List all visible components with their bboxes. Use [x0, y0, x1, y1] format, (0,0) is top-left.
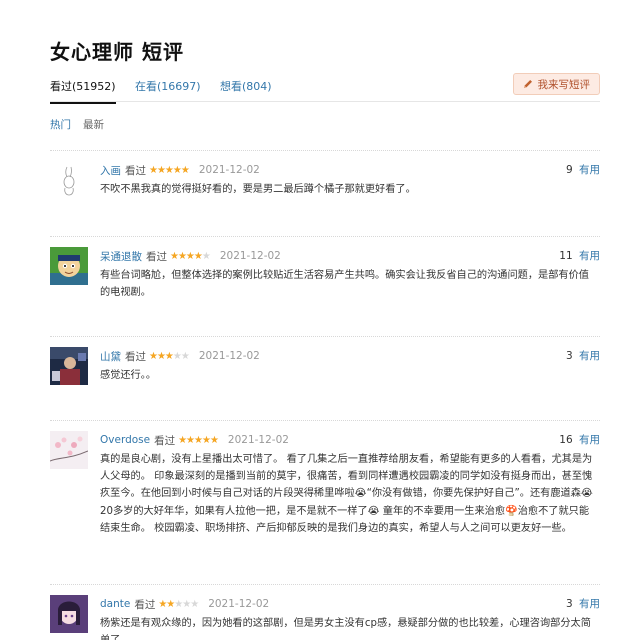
comment-date: 2021-12-02 [198, 164, 260, 176]
comment-status: 看过 [134, 598, 156, 611]
comment-item: Overdose 看过 ★★★★★ 2021-12-02 16 有用 真的是良心… [50, 420, 600, 584]
write-comment-button[interactable]: 我来写短评 [512, 73, 600, 95]
comment-user[interactable]: dante [100, 598, 130, 610]
filter-hot[interactable]: 热门 [50, 117, 71, 132]
write-comment-label: 我来写短评 [537, 78, 591, 91]
useful-button[interactable]: 有用 [579, 434, 600, 446]
comment-status: 看过 [125, 164, 146, 177]
useful-button[interactable]: 有用 [579, 164, 600, 176]
comment-item: 入画 看过 ★★★★★ 2021-12-02 9 有用 不吹不黑我真的觉得挺好看… [50, 150, 600, 236]
comment-meta: Overdose 看过 ★★★★★ 2021-12-02 [100, 432, 289, 448]
vote-area: 3 有用 [566, 348, 600, 363]
vote-area: 3 有用 [566, 596, 600, 611]
avatar[interactable] [50, 347, 88, 385]
tab-watching[interactable]: 在看(16697) [135, 78, 201, 94]
comment-user[interactable]: 入画 [100, 163, 121, 178]
vote-count: 9 [565, 164, 573, 176]
comment-text: 感觉还行。。 [100, 370, 157, 381]
comment-user[interactable]: 山黛 [100, 349, 121, 364]
comment-meta: 呆通退散 看过 ★★★★★ 2021-12-02 [100, 248, 281, 264]
comment-date: 2021-12-02 [219, 250, 281, 262]
comment-item: dante 看过 ★★★★★ 2021-12-02 3 有用 杨紫还是有观众缘的… [50, 584, 600, 640]
tab-want-to-watch[interactable]: 想看(804) [220, 78, 272, 94]
rating-stars: ★★★★★ [149, 164, 190, 176]
filter-latest[interactable]: 最新 [83, 117, 104, 132]
tab-watched[interactable]: 看过(51952) [50, 78, 116, 104]
comment-item: 山黛 看过 ★★★★★ 2021-12-02 3 有用 感觉还行。。 [50, 336, 600, 420]
avatar[interactable] [50, 431, 88, 469]
avatar-blossom-icon [50, 431, 88, 469]
comment-status: 看过 [125, 350, 146, 363]
avatar-photo-icon [50, 347, 88, 385]
comment-text: 真的是良心剧，没有上星播出太可惜了。 看了几集之后一直推荐给朋友看，希望能有更多… [100, 454, 593, 534]
comment-status: 看过 [154, 434, 176, 447]
comment-user[interactable]: Overdose [100, 434, 150, 446]
avatar-cartoon-icon [50, 247, 88, 285]
sort-filters: 热门 最新 [50, 117, 104, 132]
comment-meta: dante 看过 ★★★★★ 2021-12-02 [100, 596, 269, 612]
comment-meta: 入画 看过 ★★★★★ 2021-12-02 [100, 162, 260, 178]
comment-text: 杨紫还是有观众缘的，因为她看的这部剧，但是男女主没有cp感，悬疑部分做的也比较差… [100, 618, 591, 640]
comment-user[interactable]: 呆通退散 [100, 249, 142, 264]
vote-area: 9 有用 [566, 162, 600, 177]
tab-bar: 看过(51952) 在看(16697) 想看(804) 我来写短评 [50, 70, 600, 104]
comment-date: 2021-12-02 [227, 434, 289, 446]
comment-text: 有些台词略尬，但整体选择的案例比较贴近生活容易产生共鸣。确实会让我反省自己的沟通… [100, 270, 589, 299]
vote-count: 3 [565, 598, 573, 610]
rating-stars: ★★★★★ [170, 250, 211, 262]
comment-text: 不吹不黑我真的觉得挺好看的，要是男二最后蹲个橘子那就更好看了。 [100, 184, 416, 195]
avatar-anime-icon [50, 595, 88, 633]
page-title: 女心理师 短评 [50, 40, 184, 64]
comments-page: 女心理师 短评 看过(51952) 在看(16697) 想看(804) 我来写短… [50, 0, 600, 640]
rating-stars: ★★★★★ [158, 598, 199, 610]
avatar[interactable] [50, 247, 88, 285]
comment-item: 呆通退散 看过 ★★★★★ 2021-12-02 11 有用 有些台词略尬，但整… [50, 236, 600, 336]
avatar[interactable] [50, 161, 88, 199]
vote-count: 3 [565, 350, 573, 362]
comment-status: 看过 [146, 250, 167, 263]
comment-date: 2021-12-02 [208, 598, 270, 610]
pencil-icon [523, 80, 532, 88]
useful-button[interactable]: 有用 [579, 598, 600, 610]
vote-count: 16 [559, 434, 573, 446]
rating-stars: ★★★★★ [149, 350, 190, 362]
vote-count: 11 [559, 250, 573, 262]
useful-button[interactable]: 有用 [579, 350, 600, 362]
avatar-rabbit-icon [50, 161, 88, 199]
useful-button[interactable]: 有用 [579, 250, 600, 262]
comment-meta: 山黛 看过 ★★★★★ 2021-12-02 [100, 348, 260, 364]
vote-area: 16 有用 [559, 432, 600, 447]
rating-stars: ★★★★★ [178, 434, 219, 446]
vote-area: 11 有用 [559, 248, 600, 263]
avatar[interactable] [50, 595, 88, 633]
comment-date: 2021-12-02 [198, 350, 260, 362]
